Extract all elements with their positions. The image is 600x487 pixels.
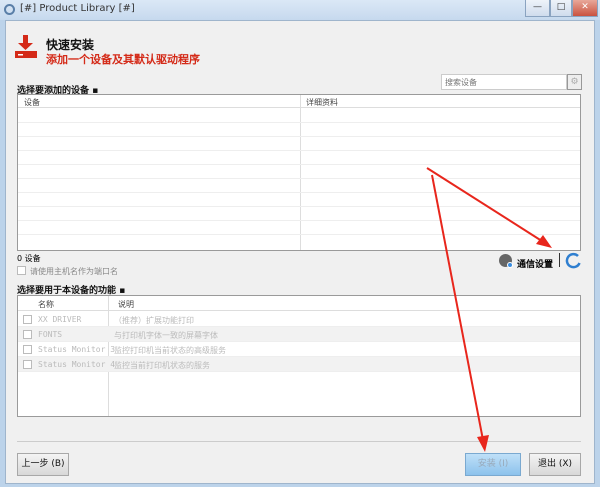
app-icon	[4, 4, 15, 15]
maximize-button[interactable]: □	[550, 0, 572, 17]
table-header: 设备 详细资料	[18, 95, 580, 108]
functions-table: 名称 说明 XX DRIVER （推荐）扩展功能打印 FONTS 与打印机字体一致的…	[17, 295, 581, 417]
exit-button[interactable]: 退出 (X)	[529, 453, 581, 476]
dialog: 快速安装 添加一个设备及其默认驱动程序 选择要添加的设备 ▪ ⚙ 设备 详细资料…	[5, 20, 595, 484]
device-count: 0 设备	[17, 254, 41, 263]
window-title: [#] Product Library [#]	[20, 3, 135, 14]
title-bar: [#] Product Library [#] — □ ✕	[0, 0, 600, 20]
hostname-checkbox-label: 请使用主机名作为端口名	[30, 267, 118, 276]
search-settings-icon[interactable]: ⚙	[567, 74, 582, 90]
table-row[interactable]: Status Monitor 3 监控打印机当前状态的高级服务	[18, 342, 580, 357]
refresh-icon[interactable]	[565, 252, 582, 269]
download-install-icon	[15, 35, 37, 58]
column-name[interactable]: 名称	[38, 299, 54, 310]
close-button[interactable]: ✕	[572, 0, 598, 17]
column-details[interactable]: 详细资料	[306, 97, 338, 108]
page-subtitle: 添加一个设备及其默认驱动程序	[46, 53, 200, 66]
communication-icon[interactable]	[499, 254, 513, 268]
comm-settings-link[interactable]: 通信设置	[517, 257, 553, 270]
hostname-checkbox[interactable]	[17, 266, 26, 275]
table-row[interactable]: FONTS 与打印机字体一致的屏幕字体	[18, 327, 580, 342]
column-description[interactable]: 说明	[118, 299, 134, 310]
table-header: 名称 说明	[18, 296, 580, 311]
install-button[interactable]: 安装 (I)	[465, 453, 521, 476]
minimize-button[interactable]: —	[525, 0, 550, 17]
devices-table: 设备 详细资料	[17, 94, 581, 251]
back-button[interactable]: 上一步 (B)	[17, 453, 69, 476]
search-input[interactable]	[441, 74, 567, 90]
table-row[interactable]: Status Monitor 4 监控当前打印机状态的服务	[18, 357, 580, 372]
table-row[interactable]: XX DRIVER （推荐）扩展功能打印	[18, 312, 580, 327]
column-device[interactable]: 设备	[24, 97, 40, 108]
